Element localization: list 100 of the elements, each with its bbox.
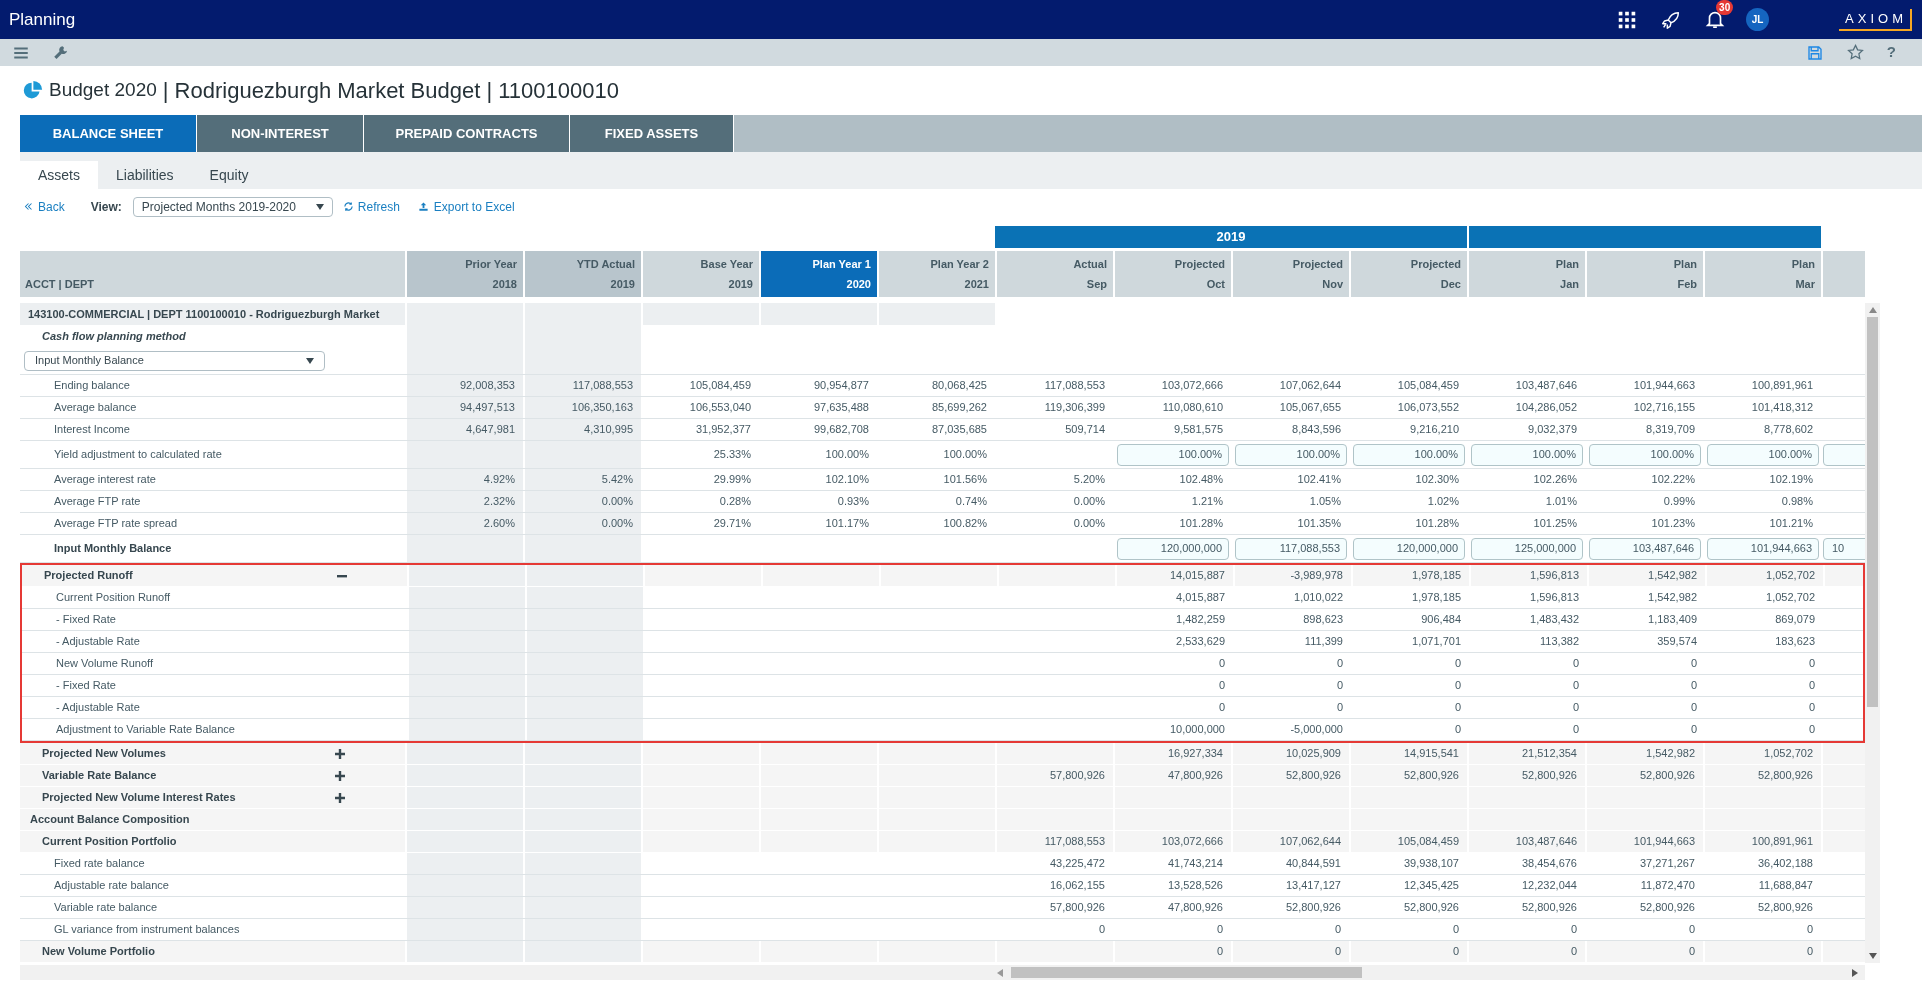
expand-plus-icon[interactable]: [335, 748, 345, 759]
tab[interactable]: BALANCE SHEET: [20, 115, 197, 152]
table-cell: 2.32%: [405, 491, 523, 512]
column-header[interactable]: Prior Year 2018: [405, 251, 523, 297]
column-header[interactable]: Projected Nov: [1231, 251, 1349, 297]
row-label: Current Position Portfolio: [41, 834, 178, 850]
table-cell: 1,071,701: [1351, 631, 1469, 652]
input-field[interactable]: 120,000,000: [1117, 537, 1229, 560]
tab[interactable]: Equity: [191, 161, 267, 189]
row-label: Current Position Runoff: [55, 590, 171, 606]
table-cell: 80,068,425: [877, 375, 995, 396]
page-title: | Rodriguezburgh Market Budget | 1100100010: [162, 77, 619, 105]
table-cell: 0: [1113, 941, 1231, 962]
input-field[interactable]: 101,944,663: [1707, 537, 1819, 560]
table-cell: 8,778,602: [1703, 419, 1821, 440]
table-cell: 0: [1705, 653, 1823, 674]
method-dropdown[interactable]: Input Monthly Balance: [24, 350, 325, 371]
table-cell: 101.56%: [877, 469, 995, 490]
scroll-up-icon[interactable]: [1868, 306, 1877, 314]
table-cell: 40,844,591: [1231, 853, 1349, 874]
table-cell: 869,079: [1705, 609, 1823, 630]
wrench-icon[interactable]: [52, 43, 70, 62]
column-header[interactable]: Plan Year 2 2021: [877, 251, 995, 297]
table-cell: 31,952,377: [641, 419, 759, 440]
input-field[interactable]: 100.00%: [1353, 443, 1465, 466]
column-header[interactable]: Projected Dec: [1349, 251, 1467, 297]
tab[interactable]: Liabilities: [98, 161, 192, 189]
input-field[interactable]: 100.00%: [1707, 443, 1819, 466]
tab[interactable]: Assets: [20, 161, 98, 189]
table-cell: 36,402,188: [1703, 853, 1821, 874]
input-field[interactable]: 117,088,553: [1235, 537, 1347, 560]
column-header[interactable]: Plan Year 1 2020: [759, 251, 877, 297]
input-field[interactable]: 125,000,000: [1471, 537, 1583, 560]
column-header[interactable]: Plan Mar: [1703, 251, 1821, 297]
table-cell: 0.99%: [1585, 491, 1703, 512]
table-cell: 101.17%: [759, 513, 877, 534]
expand-plus-icon[interactable]: [335, 770, 345, 781]
table-cell: 1,596,813: [1469, 565, 1587, 586]
row-label: New Volume Portfolio: [41, 944, 156, 960]
table-cell: 0: [1587, 697, 1705, 718]
horizontal-scrollbar[interactable]: [20, 965, 1865, 980]
input-field[interactable]: 100.00%: [1235, 443, 1347, 466]
input-field[interactable]: 120,000,000: [1353, 537, 1465, 560]
table-cell: 359,574: [1587, 631, 1705, 652]
input-field[interactable]: [1823, 443, 1865, 466]
input-field[interactable]: 10: [1823, 537, 1865, 560]
input-field[interactable]: 100.00%: [1117, 443, 1229, 466]
table-cell: 9,581,575: [1113, 419, 1231, 440]
table-cell: 102.26%: [1467, 469, 1585, 490]
tab[interactable]: NON-INTEREST: [197, 115, 364, 152]
column-header[interactable]: Plan Feb: [1585, 251, 1703, 297]
scroll-left-icon[interactable]: [996, 968, 1004, 977]
input-field[interactable]: 100.00%: [1589, 443, 1701, 466]
tab[interactable]: FIXED ASSETS: [570, 115, 734, 152]
scroll-right-icon[interactable]: [1851, 968, 1859, 977]
table-cell: 94,497,513: [405, 397, 523, 418]
export-link[interactable]: Export to Excel: [417, 197, 515, 216]
column-header[interactable]: Actual Sep: [995, 251, 1113, 297]
input-field[interactable]: 103,487,646: [1589, 537, 1701, 560]
scroll-down-icon[interactable]: [1868, 952, 1877, 960]
table-cell: 107,062,644: [1231, 375, 1349, 396]
table-cell: 10,000,000: [1115, 719, 1233, 740]
scrollbar-thumb[interactable]: [1867, 317, 1878, 707]
table-cell: 0: [1469, 675, 1587, 696]
refresh-link[interactable]: Refresh: [342, 197, 400, 216]
table-cell: 105,084,459: [641, 375, 759, 396]
table-cell: 47,800,926: [1113, 897, 1231, 918]
scrollbar-thumb[interactable]: [1011, 967, 1362, 978]
view-dropdown[interactable]: Projected Months 2019-2020: [132, 196, 333, 217]
table-cell: 25.33%: [641, 441, 759, 468]
table-cell: 101.28%: [1349, 513, 1467, 534]
column-header[interactable]: Plan Jan: [1467, 251, 1585, 297]
row-label: Average interest rate: [53, 472, 156, 488]
table-cell: 52,800,926: [1231, 897, 1349, 918]
star-icon[interactable]: [1845, 43, 1865, 62]
table-cell: 113,382: [1469, 631, 1587, 652]
table-cell: 0: [1233, 653, 1351, 674]
table-cell: 4,015,887: [1115, 587, 1233, 608]
tab[interactable]: PREPAID CONTRACTS: [364, 115, 570, 152]
column-header[interactable]: Projected Oct: [1113, 251, 1231, 297]
table-cell: 39,938,107: [1349, 853, 1467, 874]
vertical-scrollbar[interactable]: [1865, 303, 1880, 963]
table-cell: 57,800,926: [995, 897, 1113, 918]
save-icon[interactable]: [1805, 43, 1824, 62]
row-label: Projected New Volume Interest Rates: [41, 790, 237, 806]
back-link[interactable]: Back: [24, 197, 65, 216]
help-button[interactable]: ?: [1886, 41, 1896, 64]
expand-plus-icon[interactable]: [335, 792, 345, 803]
table-cell: 102.19%: [1703, 469, 1821, 490]
table-cell: 103,072,666: [1113, 375, 1231, 396]
table-cell: 9,032,379: [1467, 419, 1585, 440]
column-header[interactable]: YTD Actual 2019: [523, 251, 641, 297]
table-cell: 117,088,553: [995, 375, 1113, 396]
column-header[interactable]: Base Year 2019: [641, 251, 759, 297]
table-cell: 100,891,961: [1703, 831, 1821, 852]
user-avatar[interactable]: JL: [1746, 8, 1770, 31]
table-cell: 0: [1349, 941, 1467, 962]
table-cell: 11,872,470: [1585, 875, 1703, 896]
table-cell: 97,635,488: [759, 397, 877, 418]
input-field[interactable]: 100.00%: [1471, 443, 1583, 466]
